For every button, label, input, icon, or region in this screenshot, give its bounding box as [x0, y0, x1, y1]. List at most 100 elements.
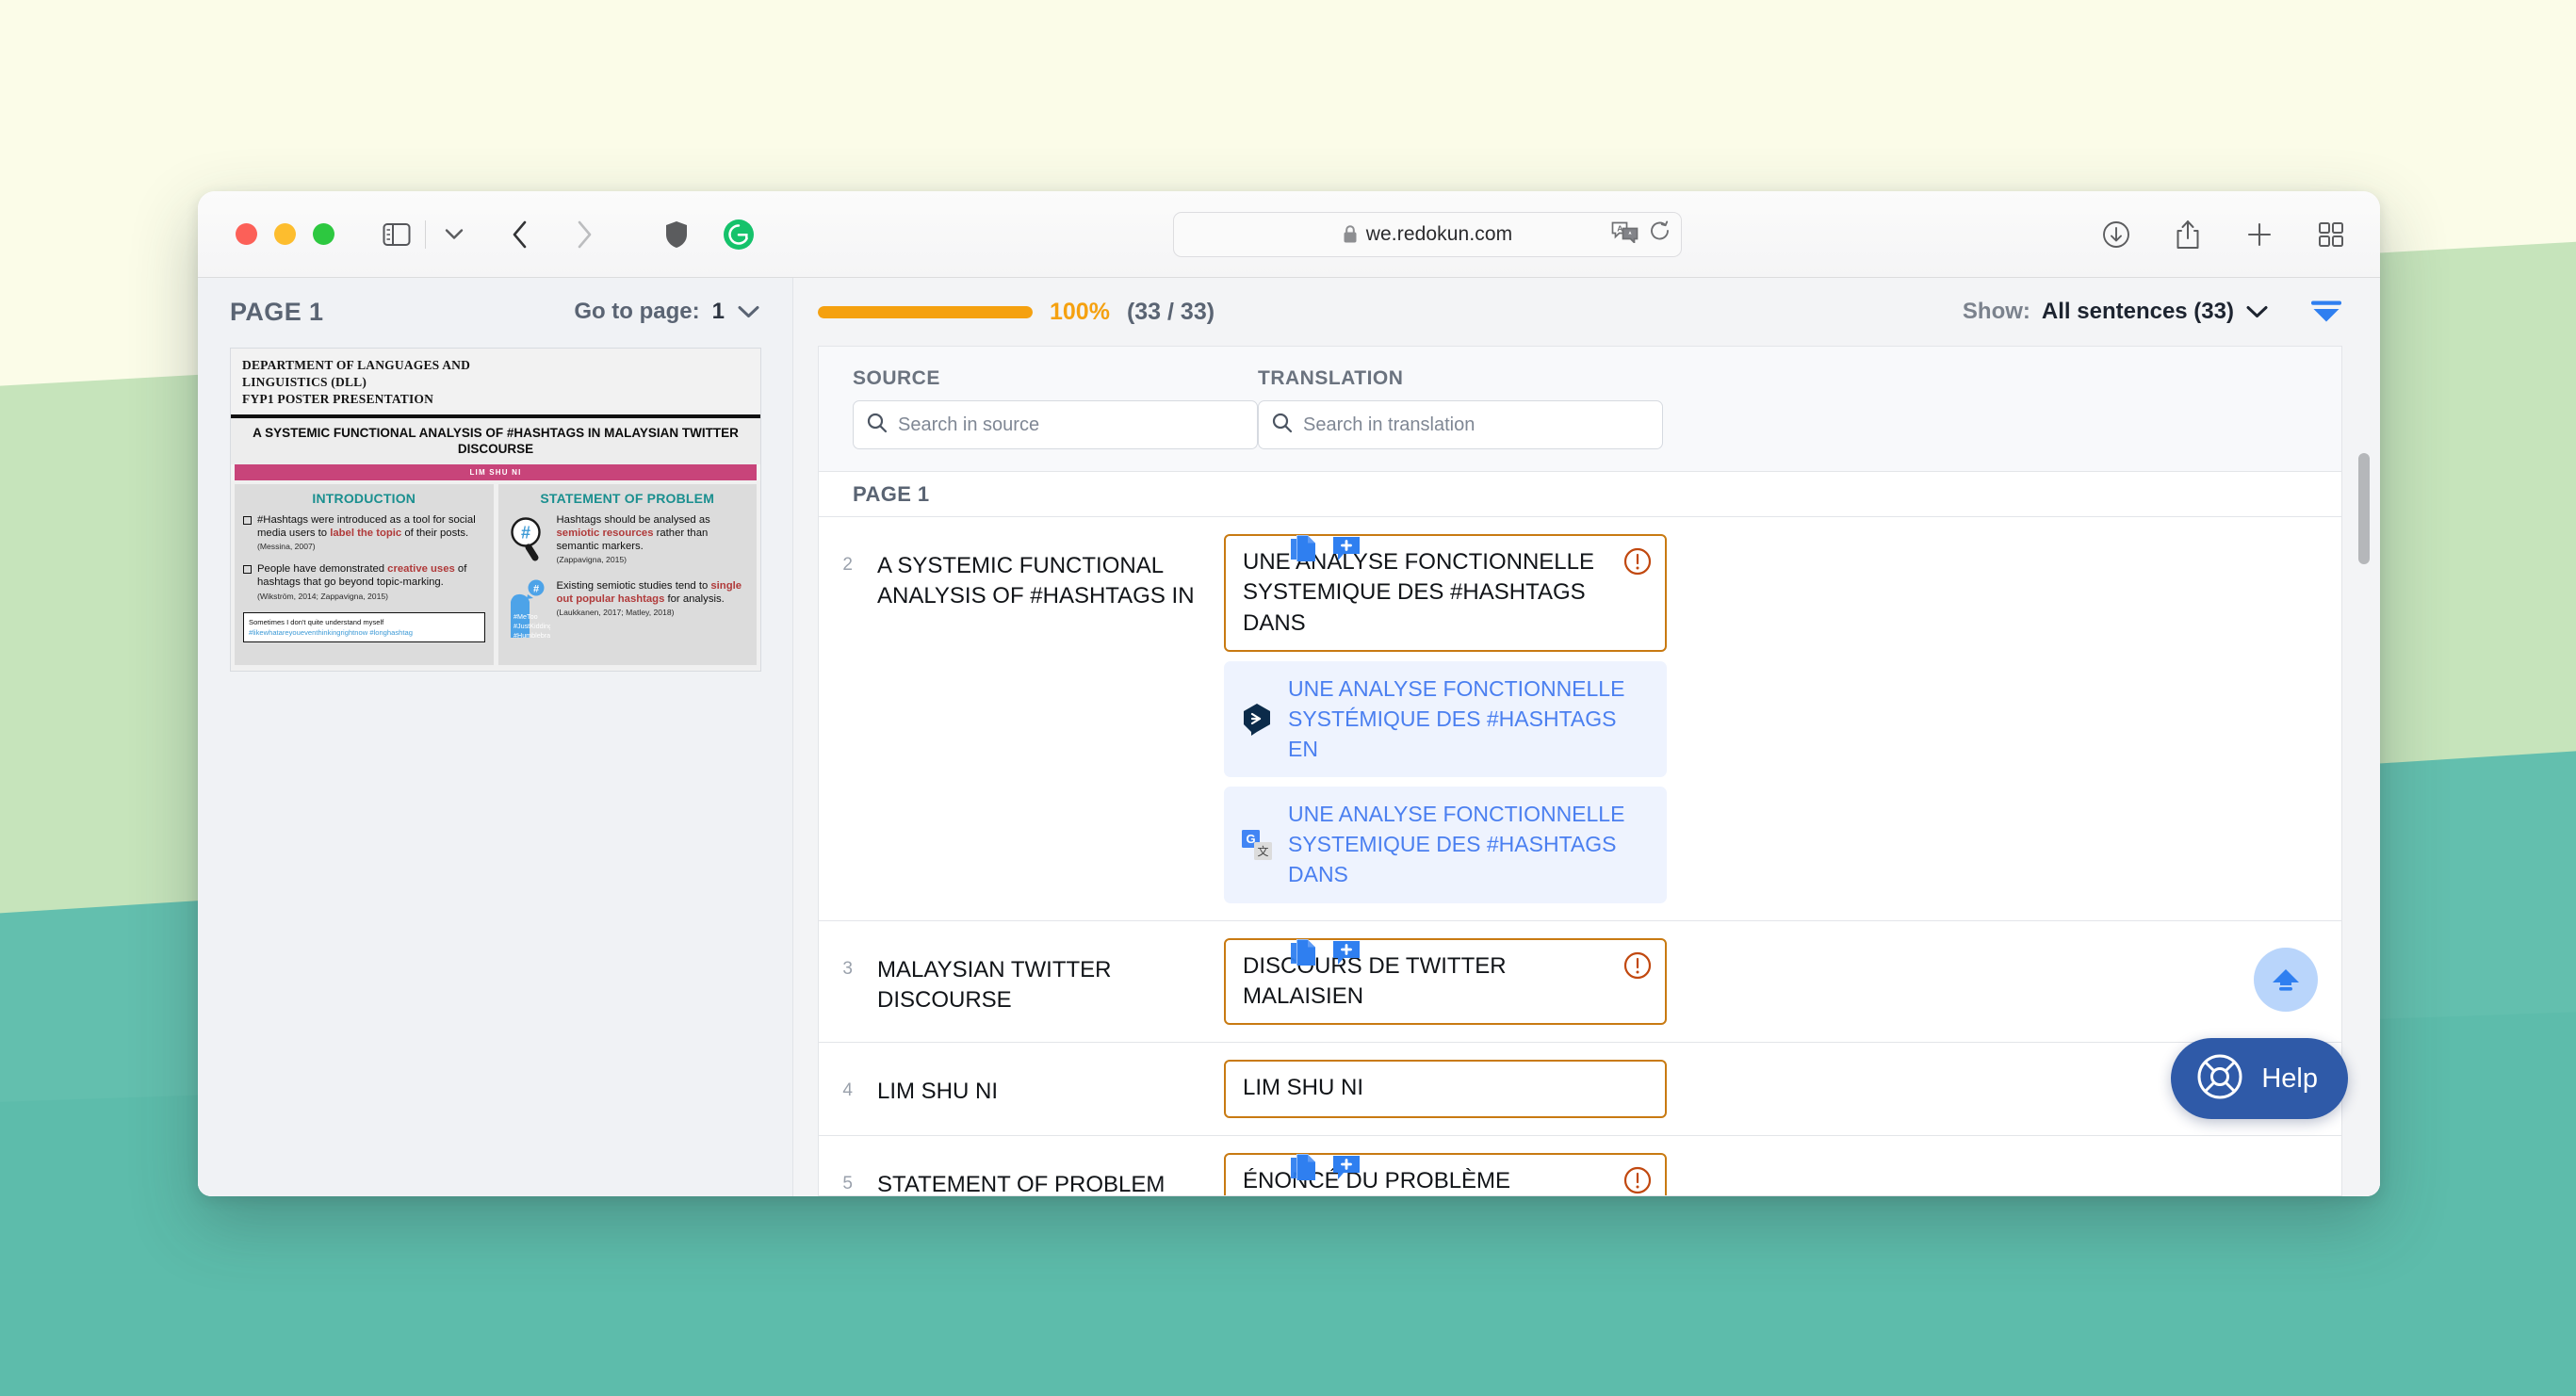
- search-source-input[interactable]: [898, 414, 1244, 436]
- segment-number: 2: [842, 555, 853, 575]
- prob-i2-cite: (Laukkanen, 2017; Matley, 2018): [556, 608, 675, 618]
- tab-overview-icon[interactable]: [2307, 210, 2356, 259]
- copy-icon[interactable]: [1290, 938, 1318, 973]
- lifebuoy-icon: [2195, 1052, 2244, 1106]
- chevron-down-icon[interactable]: [2245, 304, 2269, 319]
- prob-i1-a: Hashtags should be analysed as: [556, 513, 710, 526]
- table-row[interactable]: 2 A SYSTEMIC FUNCTIONAL ANALYSIS OF #HAS…: [819, 517, 2341, 921]
- translation-editor-panel: 100% (33 / 33) Show: All sentences (33): [793, 278, 2380, 1196]
- reload-icon[interactable]: [1649, 220, 1671, 249]
- app-body: PAGE 1 Go to page: 1 DEPARTMENT OF LANGU…: [198, 278, 2380, 1196]
- add-comment-icon[interactable]: [1331, 1154, 1361, 1187]
- help-label: Help: [2261, 1063, 2318, 1094]
- translation-input[interactable]: LIM SHU NI: [1224, 1060, 1667, 1119]
- search-translation-box[interactable]: [1258, 400, 1663, 449]
- page-thumbnail[interactable]: DEPARTMENT OF LANGUAGES AND LINGUISTICS …: [230, 348, 761, 672]
- segment-source-text: LIM SHU NI: [877, 1079, 999, 1105]
- copy-icon[interactable]: [1290, 1153, 1318, 1188]
- mt-suggestion-text: UNE ANALYSE FONCTIONNELLE SYSTÉMIQUE DES…: [1288, 676, 1625, 761]
- shield-icon[interactable]: [652, 210, 701, 259]
- segment-number: 3: [842, 958, 853, 979]
- poster-columns: INTRODUCTION #Hashtags were introduced a…: [231, 479, 760, 671]
- prob-i2-a: Existing semiotic studies tend to: [556, 579, 711, 592]
- minimize-window-button[interactable]: [274, 223, 296, 245]
- mt-suggestion[interactable]: G 文 UNE ANALYSE FONCTIONNELLE SYSTEMIQUE…: [1224, 787, 1667, 903]
- svg-text:#Humblebrag: #Humblebrag: [514, 631, 550, 640]
- translation-text: LIM SHU NI: [1243, 1075, 1364, 1101]
- page-group-row: PAGE 1: [819, 472, 2341, 517]
- segment-number: 5: [842, 1174, 853, 1194]
- translation-column-header: TRANSLATION: [1258, 347, 1663, 471]
- mt-suggestion[interactable]: UNE ANALYSE FONCTIONNELLE SYSTÉMIQUE DES…: [1224, 661, 1667, 778]
- poster-problem-item-2: # #MeToo #JustKidding #Humblebrag Existi…: [507, 579, 749, 646]
- twitter-bird-tags-icon: # #MeToo #JustKidding #Humblebrag: [507, 579, 554, 646]
- checkbox-icon: [243, 565, 252, 575]
- segment-number: 4: [842, 1080, 853, 1101]
- poster-title: A SYSTEMIC FUNCTIONAL ANALYSIS OF #HASHT…: [231, 417, 760, 464]
- poster-header-line-2: LINGUISTICS (DLL): [242, 374, 367, 389]
- intro-b1-hl: label the topic: [330, 527, 402, 539]
- go-to-page-value: 1: [711, 299, 725, 324]
- copy-icon[interactable]: [1290, 534, 1318, 569]
- chevron-down-icon[interactable]: [430, 210, 479, 259]
- progress-bar: [818, 305, 1033, 318]
- translation-text: DISCOURS DE TWITTER MALAISIEN: [1243, 952, 1507, 1009]
- sidebar-icon[interactable]: [372, 210, 421, 259]
- add-comment-icon[interactable]: [1331, 535, 1361, 568]
- poster-header: DEPARTMENT OF LANGUAGES AND LINGUISTICS …: [231, 349, 760, 418]
- progress-count: (33 / 33): [1126, 298, 1215, 325]
- warning-icon[interactable]: [1623, 951, 1652, 988]
- search-source-box[interactable]: [853, 400, 1258, 449]
- chevron-down-icon[interactable]: [737, 304, 760, 319]
- magnifier-hashtag-icon: #: [507, 513, 550, 569]
- poster-quote-box: Sometimes I don't quite understand mysel…: [243, 611, 485, 642]
- share-icon[interactable]: [2163, 210, 2212, 259]
- grammarly-icon[interactable]: [714, 210, 763, 259]
- page-group-label: PAGE 1: [853, 481, 930, 506]
- collapse-all-icon[interactable]: [2310, 300, 2342, 324]
- add-comment-icon[interactable]: [1331, 939, 1361, 972]
- segments-table: SOURCE TRANSLATION: [818, 346, 2342, 1196]
- back-icon[interactable]: [496, 210, 545, 259]
- scroll-to-top-button[interactable]: [2254, 948, 2318, 1012]
- go-to-page-control[interactable]: Go to page: 1: [574, 299, 760, 325]
- prob-i1-cite: (Zappavigna, 2015): [556, 555, 628, 565]
- address-bar[interactable]: we.redokun.com A: [1173, 211, 1682, 257]
- poster-column-problem: STATEMENT OF PROBLEM # Hashtags should b…: [497, 483, 757, 665]
- row-action-buttons: [1290, 534, 1361, 569]
- scrollbar-thumb[interactable]: [2358, 453, 2370, 564]
- table-row[interactable]: 4 LIM SHU NI LIM SHU NI: [819, 1043, 2341, 1137]
- warning-icon[interactable]: [1623, 547, 1652, 584]
- svg-text:A: A: [1617, 223, 1622, 233]
- poster-header-line-1: DEPARTMENT OF LANGUAGES AND: [242, 358, 471, 372]
- poster-problem-item-1: # Hashtags should be analysed as semioti…: [507, 513, 749, 569]
- segment-source-text: A SYSTEMIC FUNCTIONAL ANALYSIS OF #HASHT…: [877, 553, 1195, 609]
- downloads-icon[interactable]: [2092, 210, 2141, 259]
- show-filter-control[interactable]: Show: All sentences (33): [1963, 299, 2269, 325]
- table-row[interactable]: 5 STATEMENT OF PROBLEM ÉNONCÉ DU PROBLÈM…: [819, 1136, 2341, 1195]
- browser-toolbar: we.redokun.com A: [198, 191, 2380, 278]
- help-button[interactable]: Help: [2171, 1038, 2348, 1119]
- maximize-window-button[interactable]: [313, 223, 334, 245]
- window-controls[interactable]: [236, 223, 334, 245]
- table-row[interactable]: 3 MALAYSIAN TWITTER DISCOURSE DISCOURS D…: [819, 921, 2341, 1044]
- close-window-button[interactable]: [236, 223, 257, 245]
- page-scrollbar[interactable]: [2356, 351, 2372, 1196]
- poster-column-introduction: INTRODUCTION #Hashtags were introduced a…: [235, 483, 494, 665]
- translate-icon[interactable]: A: [1611, 220, 1639, 249]
- translation-column-title: TRANSLATION: [1258, 367, 1404, 389]
- deepl-icon: [1241, 703, 1273, 737]
- poster-intro-heading: INTRODUCTION: [312, 490, 416, 506]
- progress-bar-fill: [818, 305, 1033, 318]
- warning-icon[interactable]: [1623, 1166, 1652, 1195]
- intro-b2-a: People have demonstrated: [257, 563, 388, 576]
- browser-window: we.redokun.com A PAGE 1 Go to page: 1 DE…: [198, 191, 2380, 1196]
- toolbar-divider: [425, 219, 426, 249]
- forward-icon[interactable]: [560, 210, 609, 259]
- poster-quote-text: Sometimes I don't quite understand mysel…: [249, 617, 384, 626]
- segment-source-text: MALAYSIAN TWITTER DISCOURSE: [877, 956, 1112, 1013]
- search-translation-input[interactable]: [1303, 414, 1649, 436]
- poster-intro-bullet-2: People have demonstrated creative uses o…: [243, 562, 485, 603]
- svg-text:#JustKidding: #JustKidding: [514, 622, 550, 630]
- new-tab-icon[interactable]: [2235, 210, 2284, 259]
